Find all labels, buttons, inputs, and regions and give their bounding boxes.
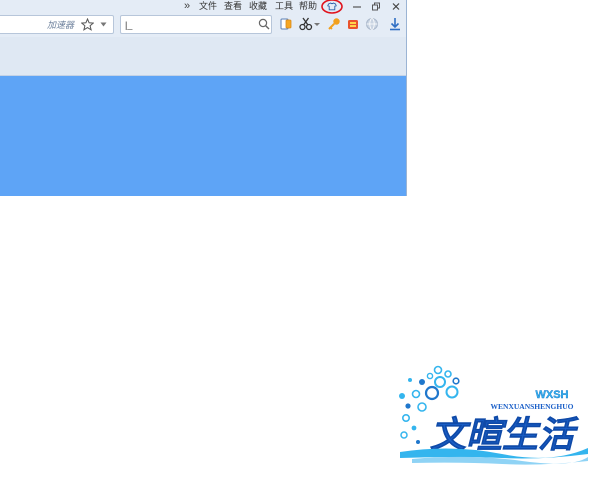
brand-abbr: WXSH (536, 389, 569, 401)
reader-mode-icon[interactable] (278, 16, 294, 32)
menu-item-view[interactable]: 查看 (224, 1, 242, 12)
watermark-logo: WXSH WENXUANSHENGHUO 文暄生活 (399, 365, 588, 465)
download-icon[interactable] (387, 16, 403, 32)
brand-pinyin: WENXUANSHENGHUO (491, 402, 574, 411)
browser-window: » 文件 查看 收藏 工具 帮助 加速器 (0, 0, 407, 196)
menu-item-favorites[interactable]: 收藏 (249, 1, 267, 12)
tab-bar (0, 37, 406, 76)
menu-bar: » 文件 查看 收藏 工具 帮助 (0, 0, 406, 14)
key-icon[interactable] (326, 16, 342, 32)
star-outline-icon[interactable] (81, 18, 94, 31)
restore-icon[interactable] (370, 1, 382, 12)
chevron-down-icon[interactable] (313, 16, 321, 32)
close-icon[interactable] (390, 1, 402, 12)
search-input[interactable] (125, 17, 253, 32)
menu-item-tools[interactable]: 工具 (275, 1, 293, 12)
menu-item-help[interactable]: 帮助 (299, 1, 317, 12)
scissors-icon[interactable] (298, 16, 314, 32)
page-content-area (0, 76, 406, 196)
tshirt-skin-icon[interactable] (321, 0, 343, 14)
globe-icon[interactable] (364, 16, 380, 32)
menu-item-file[interactable]: 文件 (199, 1, 217, 12)
double-chevron-right-icon[interactable]: » (184, 0, 190, 12)
address-bar[interactable]: 加速器 (0, 15, 114, 34)
minimize-icon[interactable] (351, 1, 363, 12)
accelerator-label[interactable]: 加速器 (47, 20, 74, 30)
search-icon[interactable] (258, 18, 270, 30)
chevron-down-icon[interactable] (100, 22, 107, 27)
red-sign-icon[interactable] (345, 16, 361, 32)
search-box[interactable] (120, 15, 272, 34)
toolbar: 加速器 (0, 13, 406, 37)
